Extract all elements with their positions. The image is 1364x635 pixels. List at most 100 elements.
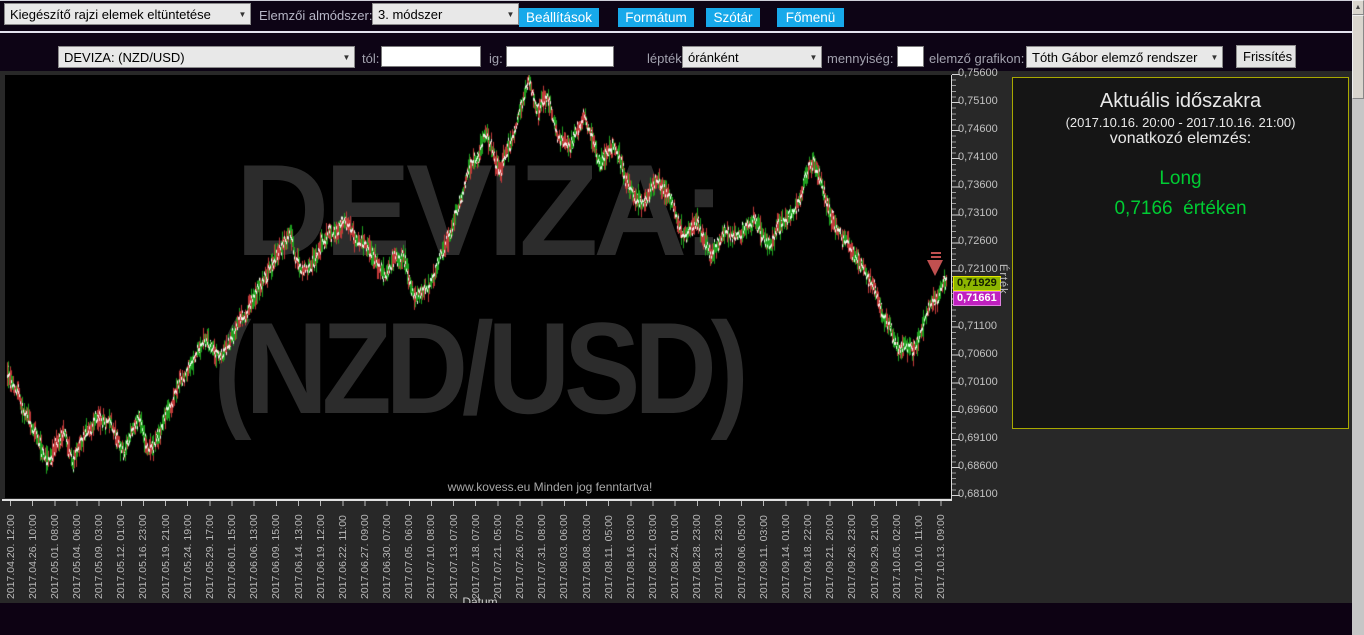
x-tick-label: 2017.08.16. 03:00 [624,514,637,599]
signal-value: Long [1159,168,1202,189]
analyzer-label: elemző grafikon: [929,51,1025,66]
separator-line [0,31,1352,33]
copyright-text: www.kovess.eu Minden jog fenntartva! [447,480,653,494]
candles-canvas[interactable] [5,75,951,498]
x-tick-label: 2017.10.10. 11:00 [912,515,925,599]
x-tick-label: 2017.08.11. 05:00 [602,515,615,599]
settings-button[interactable]: Beállítások [519,8,599,27]
submethod-label: Elemzői almódszer: [259,8,373,23]
x-tick-label: 2017.05.19. 21:00 [159,514,172,599]
dictionary-button[interactable]: Szótár [706,8,760,27]
down-arrow-icon [931,252,941,254]
submethod-dropdown[interactable]: 3. módszer ▼ [372,3,519,25]
y-tick-label: 0,74600 [958,123,998,136]
x-tick-label: 2017.07.31. 08:00 [536,514,549,599]
x-tick-label: 2017.09.21. 20:00 [824,514,837,599]
from-label: tól: [362,51,380,66]
x-tick-label: 2017.08.24. 01:00 [669,514,682,599]
x-tick-label: 2017.07.21. 05:00 [491,514,504,599]
panel-subtitle: vonatkozó elemzés: [1109,130,1252,147]
y-tick-label: 0,70600 [958,347,998,360]
to-label: ig: [489,51,503,66]
analyzer-dropdown[interactable]: Tóth Gábor elemző rendszer ▼ [1026,46,1223,68]
to-date-input[interactable] [506,46,614,67]
signal-price: 0,7166 értéken [1114,198,1247,219]
currency-pair-dropdown[interactable]: DEVIZA: (NZD/USD) ▼ [58,46,355,68]
current-price-tag: 0,71929 [953,276,1001,291]
x-tick-label: 2017.06.09. 15:00 [270,514,283,599]
x-tick-label: 2017.07.26. 07:00 [514,514,527,599]
down-arrow-icon [927,260,943,276]
x-tick-label: 2017.07.05. 06:00 [403,514,416,599]
y-tick-label: 0,70100 [958,375,998,388]
x-tick-label: 2017.09.29. 21:00 [868,514,881,599]
x-tick-label: 2017.08.08. 03:00 [580,514,593,599]
y-tick-label: 0,72100 [958,263,998,276]
footer-bar [0,603,1352,635]
analyzer-dropdown-value: Tóth Gábor elemző rendszer [1032,49,1198,65]
app-window: Kiegészítő rajzi elemek eltüntetése ▼ El… [0,0,1364,635]
x-axis-ticks [2,501,952,506]
x-tick-label: 2017.06.14. 13:00 [292,514,305,599]
y-tick-label: 0,73600 [958,179,998,192]
x-tick-label: 2017.06.27. 09:00 [358,514,371,599]
quantity-input[interactable] [897,46,924,67]
x-tick-label: 2017.08.21. 03:00 [646,514,659,599]
x-tick-label: 2017.07.10. 08:00 [425,514,438,599]
x-tick-label: 2017.05.16. 23:00 [137,514,150,599]
x-tick-label: 2017.06.06. 13:00 [248,514,261,599]
chevron-down-icon: ▼ [506,9,515,19]
candlestick-chart[interactable]: DEVIZA: (NZD/USD) www.kovess.eu Minden j… [5,75,951,498]
y-tick-label: 0,69600 [958,403,998,416]
scroll-up-arrow-icon[interactable]: ▲ [1352,0,1364,15]
analysis-panel: Aktuális időszakra (2017.10.16. 20:00 - … [1012,77,1349,429]
x-tick-label: 2017.10.13. 09:00 [934,514,947,599]
x-tick-label: 2017.06.22. 11:00 [336,515,349,599]
x-tick-label: 2017.08.31. 23:00 [713,514,726,599]
panel-title: Aktuális időszakra [1099,90,1262,112]
x-tick-label: 2017.09.18. 22:00 [802,514,815,599]
y-axis-title: Érték [997,264,1009,295]
y-tick-label: 0,72600 [958,235,998,248]
y-tick-label: 0,71100 [958,319,997,332]
x-tick-label: 2017.07.13. 07:00 [447,514,460,599]
chevron-down-icon: ▼ [342,52,351,62]
format-button[interactable]: Formátum [618,8,694,27]
y-tick-label: 0,75100 [958,95,998,108]
scale-dropdown[interactable]: óránként ▼ [682,46,822,68]
x-tick-label: 2017.08.28. 23:00 [691,514,704,599]
scrollbar-thumb[interactable] [1352,15,1364,99]
secondary-price-tag: 0,71661 [953,291,1001,306]
x-tick-label: 2017.06.19. 12:00 [314,514,327,599]
x-tick-label: 2017.08.03. 06:00 [558,514,571,599]
x-tick-label: 2017.07.18. 07:00 [469,514,482,599]
drawing-elements-dropdown[interactable]: Kiegészítő rajzi elemek eltüntetése ▼ [4,3,251,25]
x-tick-label: 2017.05.01. 08:00 [48,514,61,599]
x-tick-label: 2017.05.04. 06:00 [70,514,83,599]
x-tick-label: 2017.05.24. 19:00 [181,514,194,599]
x-tick-label: 2017.09.06. 05:00 [735,514,748,599]
scale-dropdown-value: óránként [688,49,739,65]
y-tick-label: 0,69100 [958,431,998,444]
y-tick-label: 0,74100 [958,151,998,164]
x-tick-label: 2017.06.01. 15:00 [226,514,239,599]
quantity-label: mennyiség: [827,51,894,66]
x-tick-label: 2017.05.12. 01:00 [115,514,128,599]
vertical-scrollbar[interactable]: ▲ [1352,0,1364,635]
down-arrow-icon [931,256,941,258]
panel-period: (2017.10.16. 20:00 - 2017.10.16. 21:00) [1065,115,1296,130]
x-tick-label: 2017.09.26. 23:00 [846,514,859,599]
y-tick-label: 0,73100 [958,207,998,220]
y-tick-label: 0,75600 [958,67,998,79]
refresh-button[interactable]: Frissítés [1236,45,1296,68]
x-tick-label: 2017.06.30. 07:00 [381,514,394,599]
y-tick-label: 0,68100 [958,487,998,500]
x-tick-label: 2017.04.20. 12:00 [4,514,17,599]
x-tick-label: 2017.10.05. 02:00 [890,514,903,599]
x-tick-label: 2017.05.29. 17:00 [203,514,216,599]
scale-label: lépték: [647,51,686,66]
from-date-input[interactable] [381,46,481,67]
currency-pair-dropdown-value: DEVIZA: (NZD/USD) [64,49,185,65]
drawing-elements-dropdown-value: Kiegészítő rajzi elemek eltüntetése [10,6,211,22]
main-menu-button[interactable]: Főmenü [777,8,844,27]
